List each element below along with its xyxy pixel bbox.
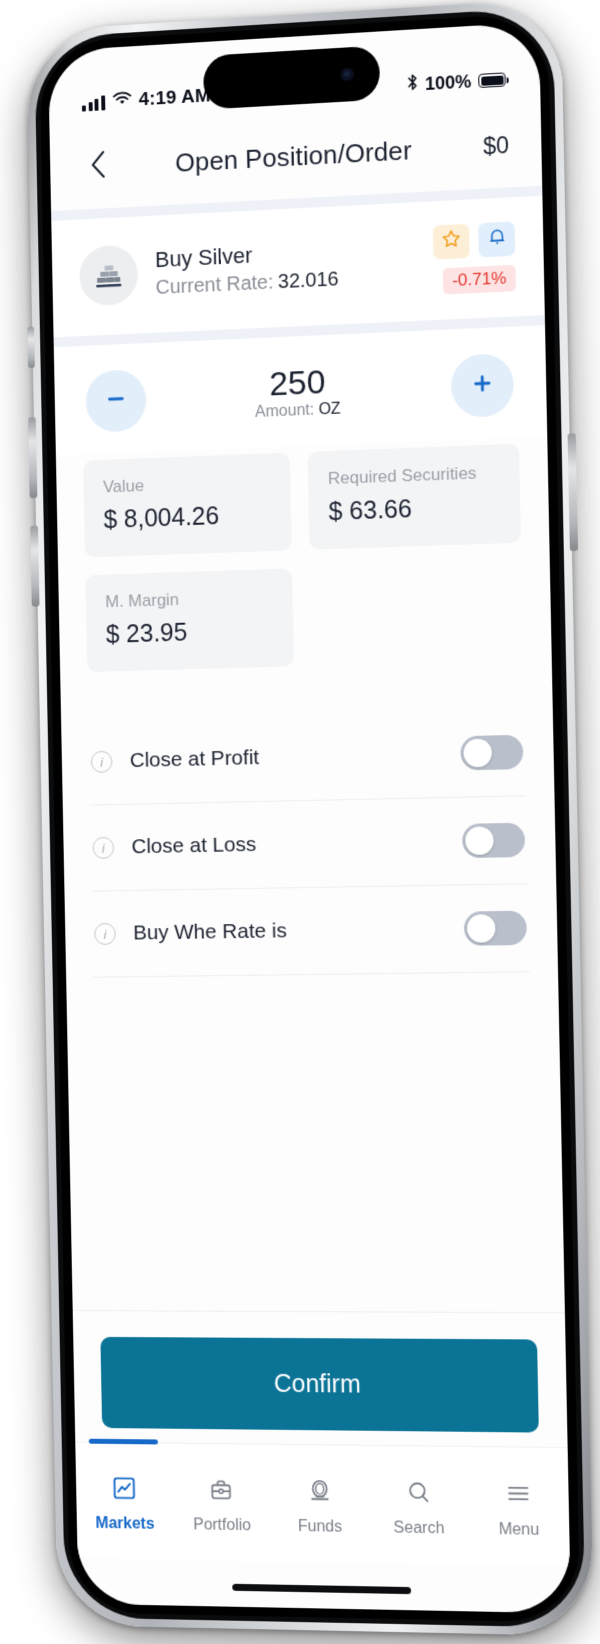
metric-label: Value (102, 476, 145, 497)
info-icon[interactable]: i (92, 836, 115, 859)
chevron-left-icon (89, 150, 106, 185)
tab-label: Markets (95, 1514, 155, 1533)
battery-full-icon (478, 72, 506, 89)
favorite-button[interactable] (432, 223, 470, 260)
balance-amount[interactable]: $0 (474, 131, 509, 160)
status-bar-time: 4:19 AM (138, 85, 211, 111)
wifi-icon (112, 91, 131, 112)
option-label: Close at Profit (129, 746, 260, 773)
bluetooth-icon (407, 73, 418, 96)
bell-icon (487, 226, 507, 252)
tab-menu[interactable]: Menu (467, 1447, 570, 1567)
tab-markets[interactable]: Markets (75, 1438, 174, 1560)
status-bar-left: 4:19 AM (81, 85, 211, 114)
status-bar-right: 100% (407, 68, 506, 96)
volume-down-button[interactable] (30, 525, 40, 607)
tab-label: Funds (297, 1518, 343, 1536)
instrument-card[interactable]: Buy Silver Current Rate: 32.016 -0.71% (51, 195, 545, 338)
quantity-display[interactable]: 250 Amount: OZ (146, 360, 452, 426)
tab-label: Search (393, 1519, 445, 1538)
instrument-rate-label: Current Rate: (155, 270, 274, 299)
option-label: Buy Whe Rate is (133, 919, 288, 945)
confirm-button[interactable]: Confirm (100, 1336, 539, 1433)
instrument-action-chips (432, 220, 516, 260)
star-icon (441, 228, 462, 254)
tab-funds[interactable]: Funds (269, 1445, 370, 1564)
hamburger-menu-icon (504, 1480, 532, 1513)
cellular-bars-icon (81, 94, 105, 112)
buy-when-rate-is-toggle[interactable] (463, 910, 528, 946)
silver-bars-icon (78, 244, 139, 307)
back-button[interactable] (81, 149, 115, 184)
phone-device: 4:19 AM 100% Open Position/Order $0 Buy … (26, 0, 594, 1637)
option-row-buy-when-rate-is[interactable]: i Buy Whe Rate is (91, 884, 530, 978)
metric-tile: Value $ 8,004.26 (83, 452, 292, 558)
info-icon[interactable]: i (90, 750, 113, 773)
instrument-rate-value: 32.016 (277, 267, 339, 293)
metric-label: M. Margin (105, 590, 180, 612)
front-camera-icon (340, 67, 354, 82)
option-row-close-at-loss[interactable]: i Close at Loss (89, 796, 528, 892)
active-tab-indicator (88, 1438, 159, 1445)
power-button[interactable] (567, 433, 579, 552)
screenshot-stage: 4:19 AM 100% Open Position/Order $0 Buy … (0, 0, 600, 1644)
tab-label: Menu (498, 1521, 540, 1539)
decrement-button[interactable] (85, 368, 147, 433)
price-alert-button[interactable] (478, 220, 516, 258)
option-row-close-at-profit[interactable]: i Close at Profit (88, 708, 527, 806)
metric-tile: M. Margin $ 23.95 (85, 568, 294, 673)
metric-value: $ 23.95 (105, 618, 188, 649)
amount-label: Amount: (255, 401, 315, 421)
phone-screen: 4:19 AM 100% Open Position/Order $0 Buy … (47, 21, 571, 1614)
volume-up-button[interactable] (28, 417, 38, 499)
increment-button[interactable] (450, 352, 515, 419)
option-label: Close at Loss (131, 832, 257, 859)
metric-label: Required Securities (327, 463, 477, 489)
dynamic-island (202, 45, 381, 110)
tab-label: Portfolio (193, 1516, 252, 1535)
page-title: Open Position/Order (174, 134, 413, 178)
instrument-actions: -0.71% (432, 220, 516, 294)
bottom-navigation: Markets Portfolio Funds Search Menu (75, 1438, 571, 1567)
info-icon[interactable]: i (94, 922, 116, 946)
metric-tile: Required Securities $ 63.66 (307, 443, 521, 550)
quantity-stepper: 250 Amount: OZ (53, 325, 548, 456)
change-percent-badge: -0.71% (442, 264, 516, 294)
metric-value: $ 63.66 (328, 495, 413, 527)
briefcase-portfolio-icon (208, 1476, 235, 1508)
plus-icon (470, 370, 495, 400)
instrument-text: Buy Silver Current Rate: 32.016 (155, 233, 434, 299)
order-options-list: i Close at Profit i Close at Loss i Buy … (60, 669, 558, 978)
amount-unit: OZ (318, 400, 341, 419)
battery-percent: 100% (424, 70, 472, 94)
chart-markets-icon (111, 1475, 138, 1507)
minus-icon (104, 386, 128, 416)
search-icon (404, 1478, 432, 1511)
tab-portfolio[interactable]: Portfolio (172, 1444, 272, 1562)
metric-value: $ 8,004.26 (103, 502, 220, 535)
close-at-profit-toggle[interactable] (460, 734, 524, 771)
coin-funds-icon (306, 1477, 333, 1509)
mute-switch[interactable] (27, 326, 35, 369)
metric-tiles: Value $ 8,004.26 Required Securities $ 6… (56, 436, 552, 682)
confirm-zone: Confirm (73, 1336, 567, 1433)
close-at-loss-toggle[interactable] (461, 822, 526, 859)
tab-search[interactable]: Search (368, 1446, 470, 1565)
